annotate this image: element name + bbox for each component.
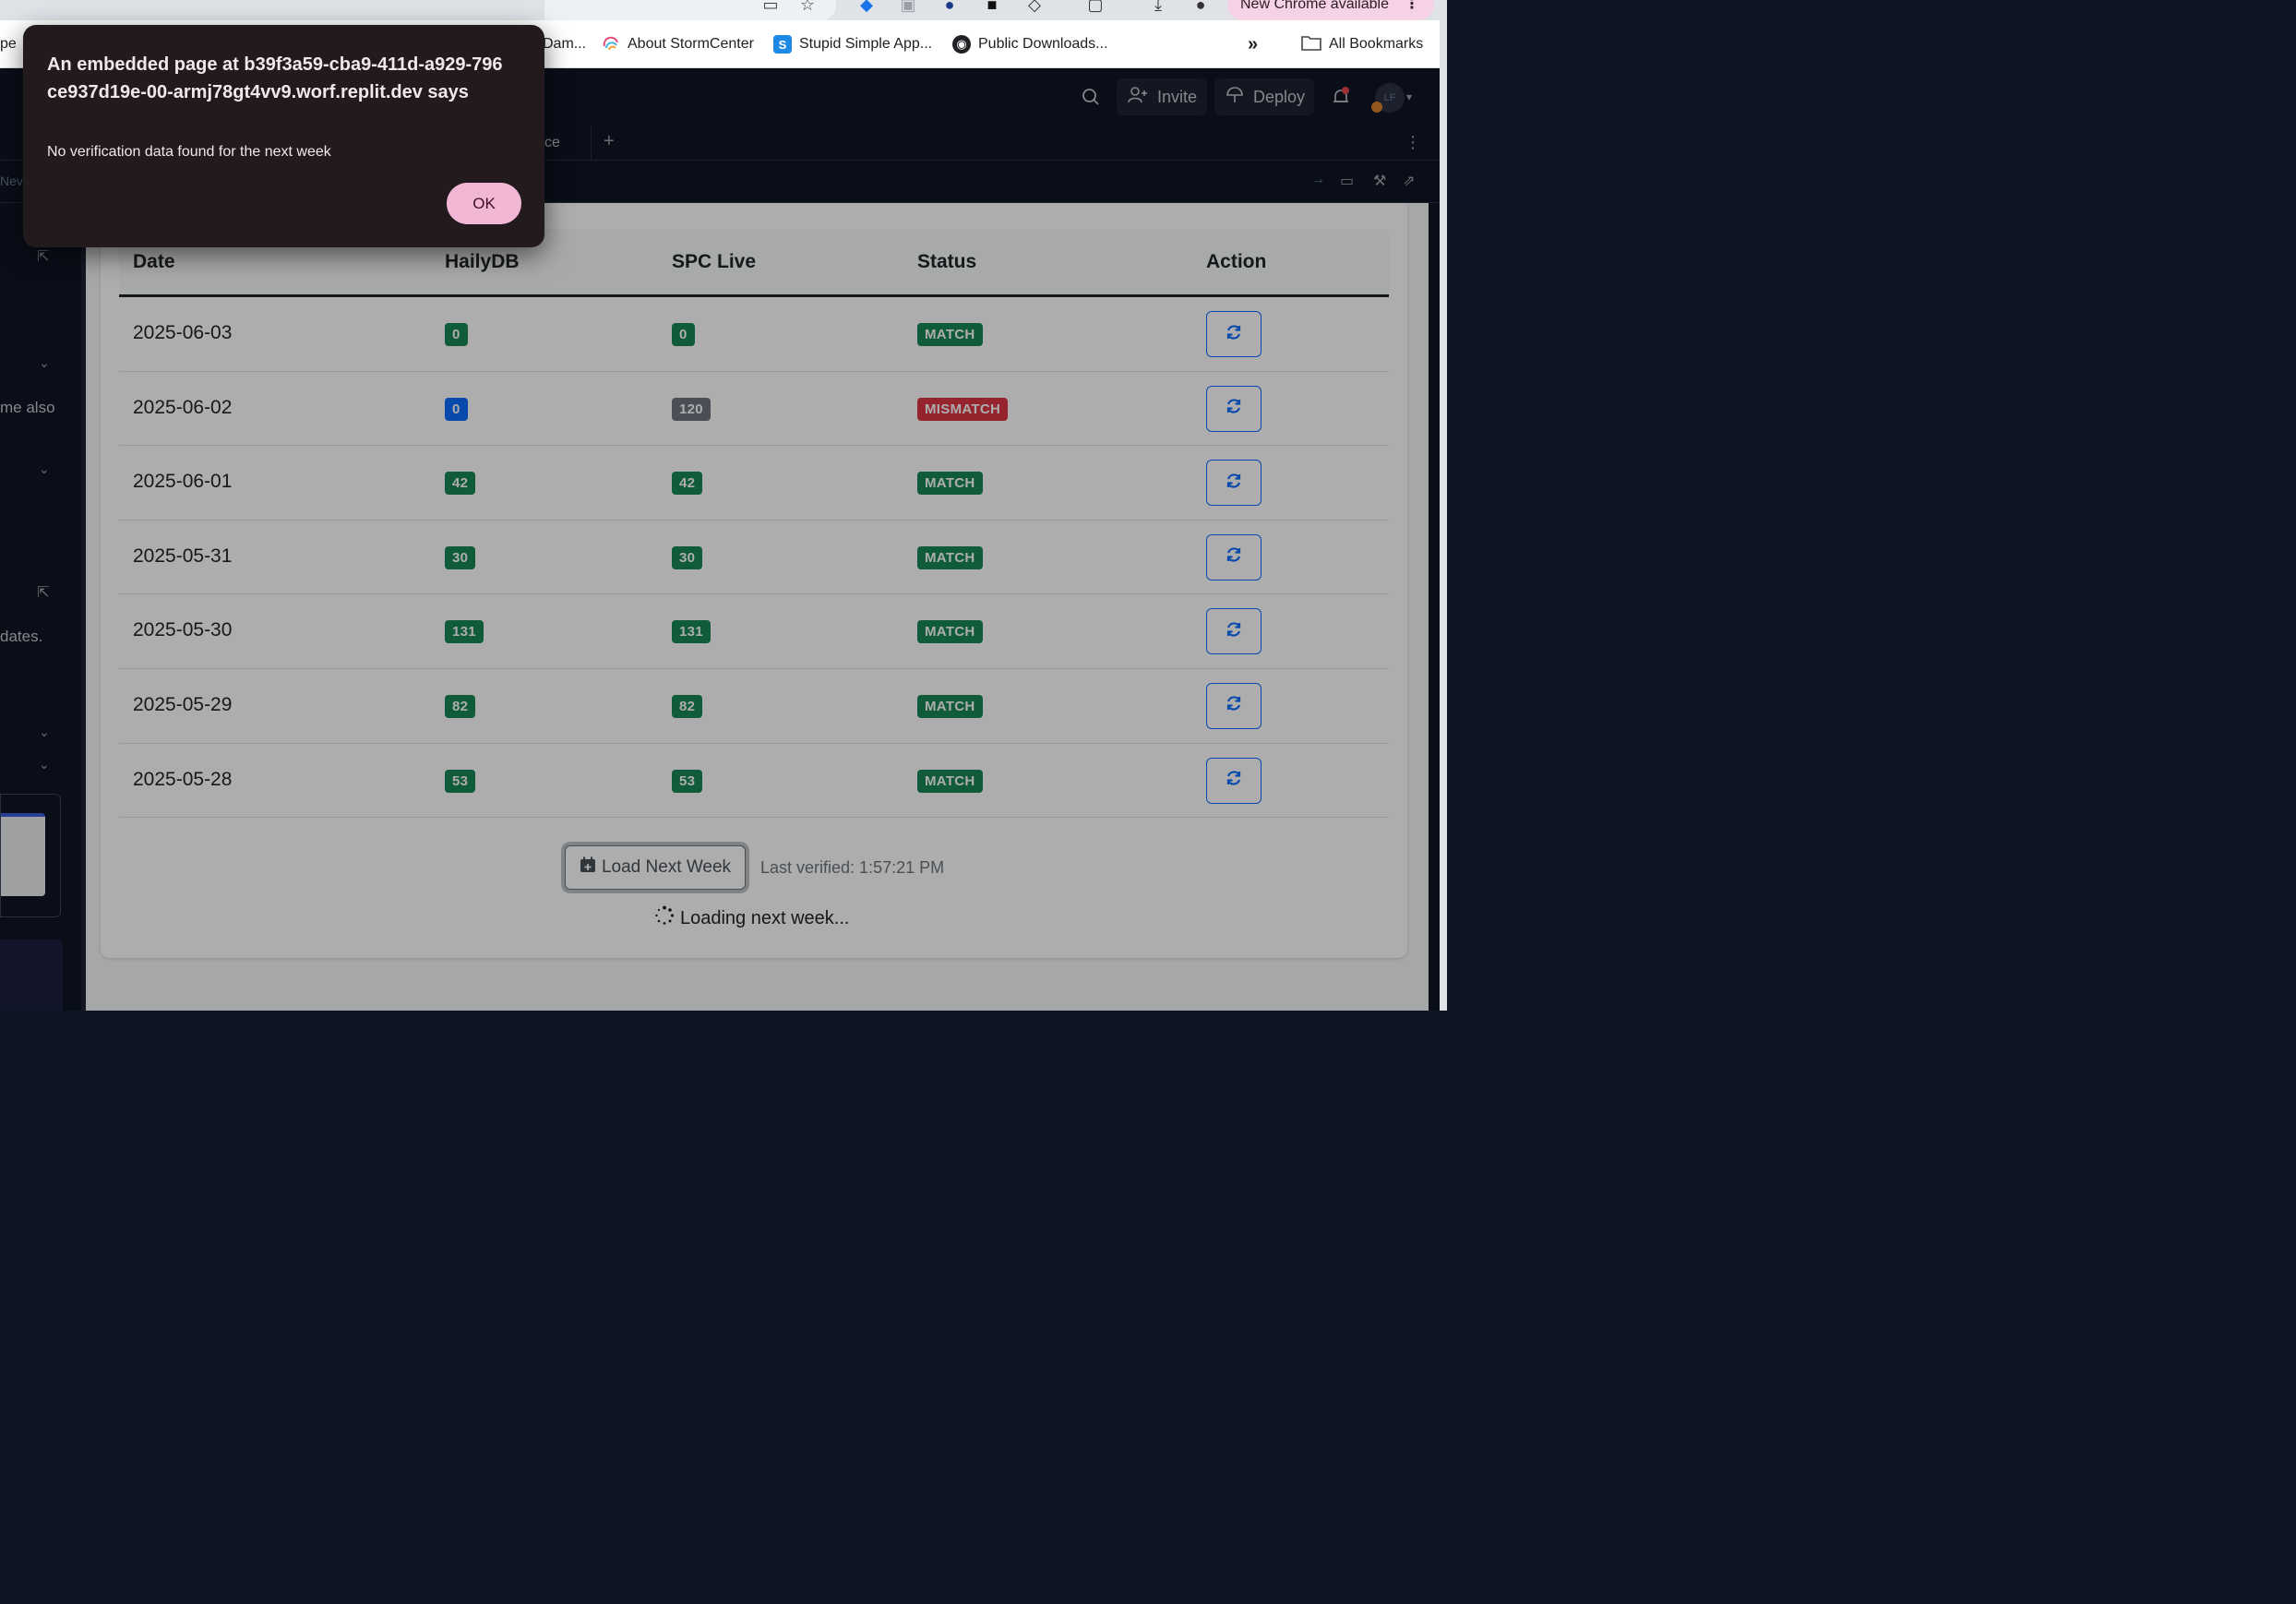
window-edge	[1440, 20, 1447, 1011]
extension-flame-icon[interactable]: ●	[939, 0, 960, 15]
bookmark-dam-label: Dam...	[543, 36, 587, 52]
bookmark-partial[interactable]: pe	[0, 33, 17, 55]
ok-button[interactable]: OK	[447, 183, 521, 224]
extension-code-icon[interactable]: ▣	[898, 0, 918, 15]
extension-shield-icon[interactable]: ◆	[856, 0, 877, 15]
extension-puzzle-icon[interactable]: ◇	[1024, 0, 1045, 15]
all-bookmarks-button[interactable]: All Bookmarks	[1301, 33, 1423, 55]
bookmark-dam[interactable]: Dam...	[543, 33, 586, 55]
bookmark-stupid-simple[interactable]: S Stupid Simple App...	[773, 33, 932, 55]
bookmark-public-downloads-label: Public Downloads...	[978, 36, 1108, 52]
extension-f-icon[interactable]: ■	[982, 0, 1002, 15]
chrome-update-button[interactable]: New Chrome available ⋮	[1227, 0, 1434, 20]
globe-icon: ◉	[952, 35, 971, 54]
update-label: New Chrome available	[1240, 0, 1389, 12]
star-icon[interactable]: ☆	[797, 0, 818, 15]
bookmark-stormcenter-label: About StormCenter	[628, 36, 754, 52]
bookmark-stormcenter[interactable]: About StormCenter	[602, 33, 754, 55]
profile-avatar-icon[interactable]: ●	[1190, 0, 1211, 15]
s-icon: S	[773, 35, 792, 54]
browser-toolbar: ▭ ☆ ◆ ▣ ● ■ ◇ ▢ ⤓ ● New Chrome available…	[0, 0, 1447, 20]
all-bookmarks-label: All Bookmarks	[1329, 36, 1424, 52]
cast-icon[interactable]: ▭	[760, 0, 781, 15]
bookmark-partial-label: pe	[0, 36, 17, 52]
dialog-message: No verification data found for the next …	[47, 144, 331, 160]
stormcenter-icon	[602, 35, 620, 54]
extension-search-icon[interactable]: ▢	[1085, 0, 1106, 15]
chrome-menu-icon[interactable]: ⋮	[1405, 0, 1419, 13]
dialog-title: An embedded page at b39f3a59-cba9-411d-a…	[47, 54, 503, 102]
bookmark-public-downloads[interactable]: ◉ Public Downloads...	[952, 33, 1108, 55]
chevrons-right-icon: »	[1248, 33, 1259, 54]
bookmark-stupid-simple-label: Stupid Simple App...	[799, 36, 933, 52]
folder-icon	[1301, 34, 1321, 55]
omnibox[interactable]: ▭ ☆	[544, 0, 836, 20]
download-icon[interactable]: ⤓	[1148, 0, 1168, 15]
alert-dialog: An embedded page at b39f3a59-cba9-411d-a…	[23, 25, 544, 247]
bookmarks-overflow-button[interactable]: »	[1248, 33, 1258, 55]
